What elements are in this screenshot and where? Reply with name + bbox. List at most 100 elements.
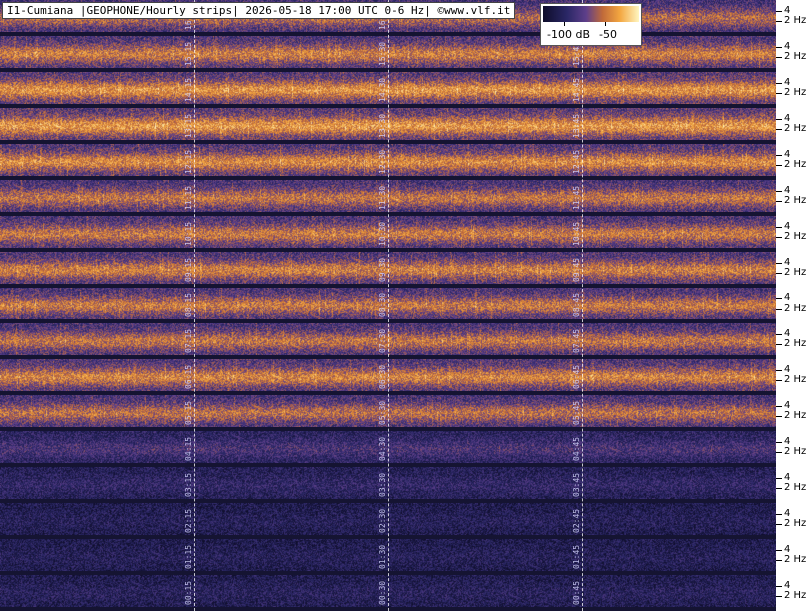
frequency-tick-label: 2 Hz	[784, 195, 807, 206]
frequency-tick	[776, 442, 782, 443]
frequency-tick	[776, 380, 782, 381]
frequency-tick	[776, 129, 782, 130]
frequency-tick	[776, 227, 782, 228]
chart-title: I1-Cumiana |GEOPHONE/Hourly strips| 2026…	[2, 2, 516, 19]
frequency-tick	[776, 165, 782, 166]
minute-label: 04:45	[572, 436, 581, 461]
frequency-tick-label: 2 Hz	[784, 590, 807, 601]
minute-label: 06:15	[184, 364, 193, 389]
colorbar-label-low: -100 dB	[547, 28, 590, 41]
minute-label: 10:15	[184, 221, 193, 246]
frequency-tick	[776, 586, 782, 587]
minute-label: 00:30	[378, 580, 387, 605]
frequency-tick-label: 2 Hz	[784, 231, 807, 242]
minute-label: 06:45	[572, 364, 581, 389]
minute-label: 01:15	[184, 544, 193, 569]
frequency-tick	[776, 57, 782, 58]
minute-label: 14:30	[378, 77, 387, 102]
colorbar-gradient	[543, 6, 639, 22]
minute-label: 11:30	[378, 185, 387, 210]
minute-label: 05:45	[572, 400, 581, 425]
minute-label: 09:45	[572, 257, 581, 282]
minute-label: 14:45	[572, 77, 581, 102]
minute-label: 06:30	[378, 364, 387, 389]
minute-label: 10:45	[572, 221, 581, 246]
frequency-tick-label: 2 Hz	[784, 87, 807, 98]
frequency-tick	[776, 596, 782, 597]
minute-label: 01:45	[572, 544, 581, 569]
minute-label: 13:30	[378, 113, 387, 138]
minute-label: 03:30	[378, 472, 387, 497]
frequency-tick-label: 2 Hz	[784, 410, 807, 421]
frequency-tick	[776, 273, 782, 274]
minute-label: 03:15	[184, 472, 193, 497]
frequency-tick	[776, 237, 782, 238]
frequency-tick-label: 2 Hz	[784, 159, 807, 170]
minute-label: 05:30	[378, 400, 387, 425]
frequency-tick	[776, 119, 782, 120]
minute-label: 07:15	[184, 328, 193, 353]
minute-label: 09:15	[184, 257, 193, 282]
frequency-tick-label: 2 Hz	[784, 15, 807, 26]
frequency-tick	[776, 155, 782, 156]
quarter-hour-gridline	[388, 0, 389, 611]
frequency-tick	[776, 344, 782, 345]
frequency-tick	[776, 514, 782, 515]
frequency-tick-label: 2 Hz	[784, 554, 807, 565]
frequency-tick	[776, 406, 782, 407]
frequency-tick-label: 2 Hz	[784, 374, 807, 385]
minute-label: 02:15	[184, 508, 193, 533]
minute-label: 13:15	[184, 113, 193, 138]
minute-label: 08:30	[378, 292, 387, 317]
minute-label: 11:15	[184, 185, 193, 210]
minute-label: 12:30	[378, 149, 387, 174]
minute-label: 11:45	[572, 185, 581, 210]
frequency-tick	[776, 201, 782, 202]
frequency-tick-label: 2 Hz	[784, 303, 807, 314]
frequency-tick-label: 4	[784, 292, 791, 303]
frequency-tick	[776, 93, 782, 94]
frequency-tick	[776, 416, 782, 417]
frequency-axis: 42 Hz 4 2 Hz 4 2 Hz 4 2 Hz 4 2 Hz 4 2 Hz 4 2 Hz 4 2 Hz…	[776, 0, 812, 611]
frequency-tick	[776, 478, 782, 479]
minute-label: 15:30	[378, 41, 387, 66]
frequency-tick	[776, 550, 782, 551]
minute-label: 07:45	[572, 328, 581, 353]
frequency-tick-label: 2 Hz	[784, 338, 807, 349]
minute-label: 07:30	[378, 328, 387, 353]
frequency-tick	[776, 334, 782, 335]
frequency-tick-label: 2 Hz	[784, 51, 807, 62]
minute-label: 02:45	[572, 508, 581, 533]
frequency-tick-label: 2 Hz	[784, 518, 807, 529]
minute-label: 05:15	[184, 400, 193, 425]
minute-label: 03:45	[572, 472, 581, 497]
minute-label: 00:45	[572, 580, 581, 605]
frequency-tick	[776, 524, 782, 525]
minute-label: 12:45	[572, 149, 581, 174]
frequency-tick	[776, 191, 782, 192]
minute-label: 01:30	[378, 544, 387, 569]
colorbar: -100 dB -50	[540, 3, 642, 46]
quarter-hour-gridline	[194, 0, 195, 611]
minute-label: 00:15	[184, 580, 193, 605]
frequency-tick-label: 2 Hz	[784, 123, 807, 134]
minute-label: 02:30	[378, 508, 387, 533]
quarter-hour-gridline	[582, 0, 583, 611]
minute-label: 15:15	[184, 41, 193, 66]
minute-label: 08:45	[572, 292, 581, 317]
minute-label: 04:30	[378, 436, 387, 461]
frequency-tick	[776, 298, 782, 299]
minute-label: 09:30	[378, 257, 387, 282]
colorbar-tick	[605, 22, 606, 26]
frequency-tick	[776, 83, 782, 84]
minute-label: 13:45	[572, 113, 581, 138]
minute-label: 10:30	[378, 221, 387, 246]
frequency-tick-label: 2 Hz	[784, 446, 807, 457]
frequency-tick	[776, 309, 782, 310]
frequency-tick	[776, 488, 782, 489]
frequency-tick	[776, 452, 782, 453]
frequency-tick-label: 2 Hz	[784, 482, 807, 493]
minute-label: 08:15	[184, 292, 193, 317]
frequency-tick	[776, 21, 782, 22]
colorbar-tick	[564, 22, 565, 26]
